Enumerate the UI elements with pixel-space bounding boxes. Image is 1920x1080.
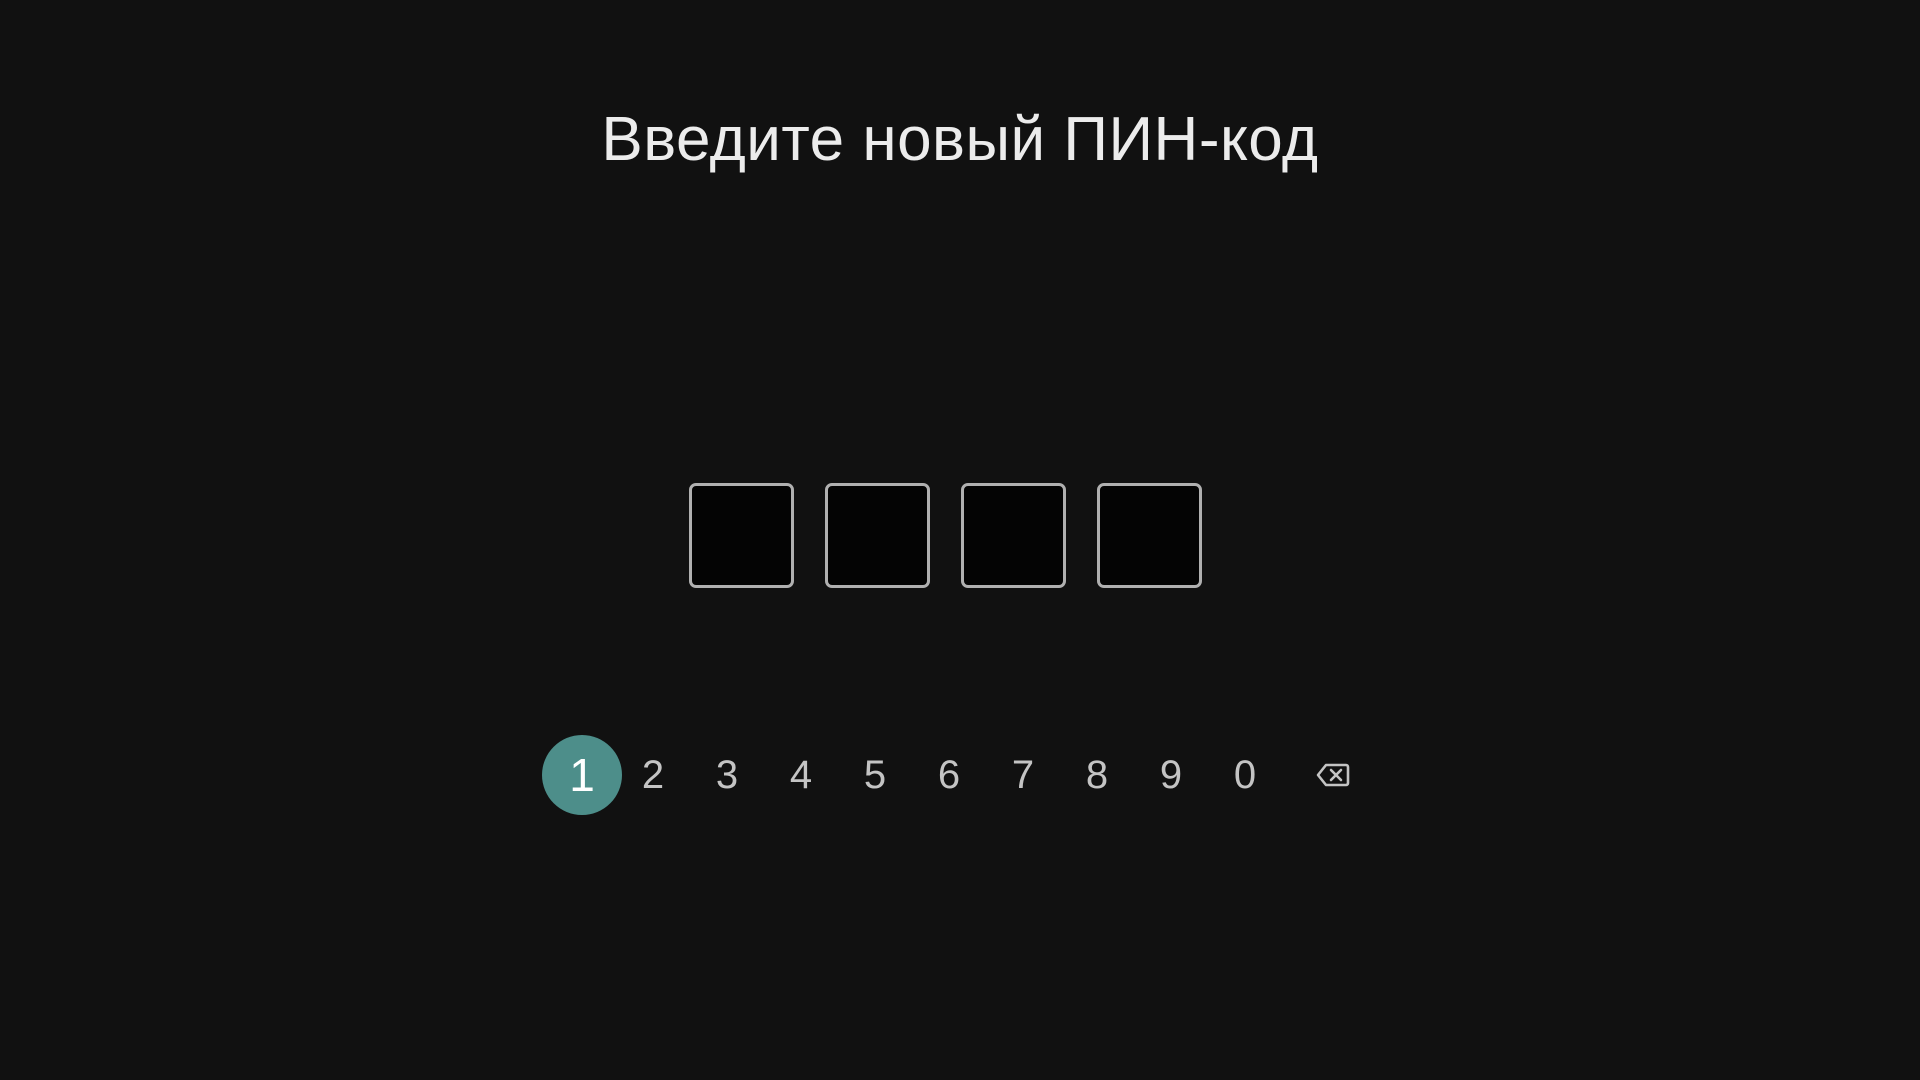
pin-digit-box (689, 483, 794, 588)
key-1[interactable]: 1 (542, 735, 622, 815)
numeric-keypad: 1 2 3 4 5 6 7 8 9 0 (542, 735, 1370, 815)
backspace-icon (1316, 763, 1350, 787)
pin-digit-box (1097, 483, 1202, 588)
pin-input-group (689, 483, 1229, 595)
key-6[interactable]: 6 (912, 735, 986, 815)
key-2[interactable]: 2 (616, 735, 690, 815)
key-7[interactable]: 7 (986, 735, 1060, 815)
pin-entry-screen: Введите новый ПИН-код 1 2 3 4 5 6 7 8 9 … (0, 0, 1920, 1080)
pin-digit-box (825, 483, 930, 588)
key-5[interactable]: 5 (838, 735, 912, 815)
key-0[interactable]: 0 (1208, 735, 1282, 815)
key-9[interactable]: 9 (1134, 735, 1208, 815)
key-4[interactable]: 4 (764, 735, 838, 815)
key-8[interactable]: 8 (1060, 735, 1134, 815)
page-title: Введите новый ПИН-код (601, 105, 1319, 174)
pin-digit-box (961, 483, 1066, 588)
key-3[interactable]: 3 (690, 735, 764, 815)
backspace-button[interactable] (1296, 735, 1370, 815)
